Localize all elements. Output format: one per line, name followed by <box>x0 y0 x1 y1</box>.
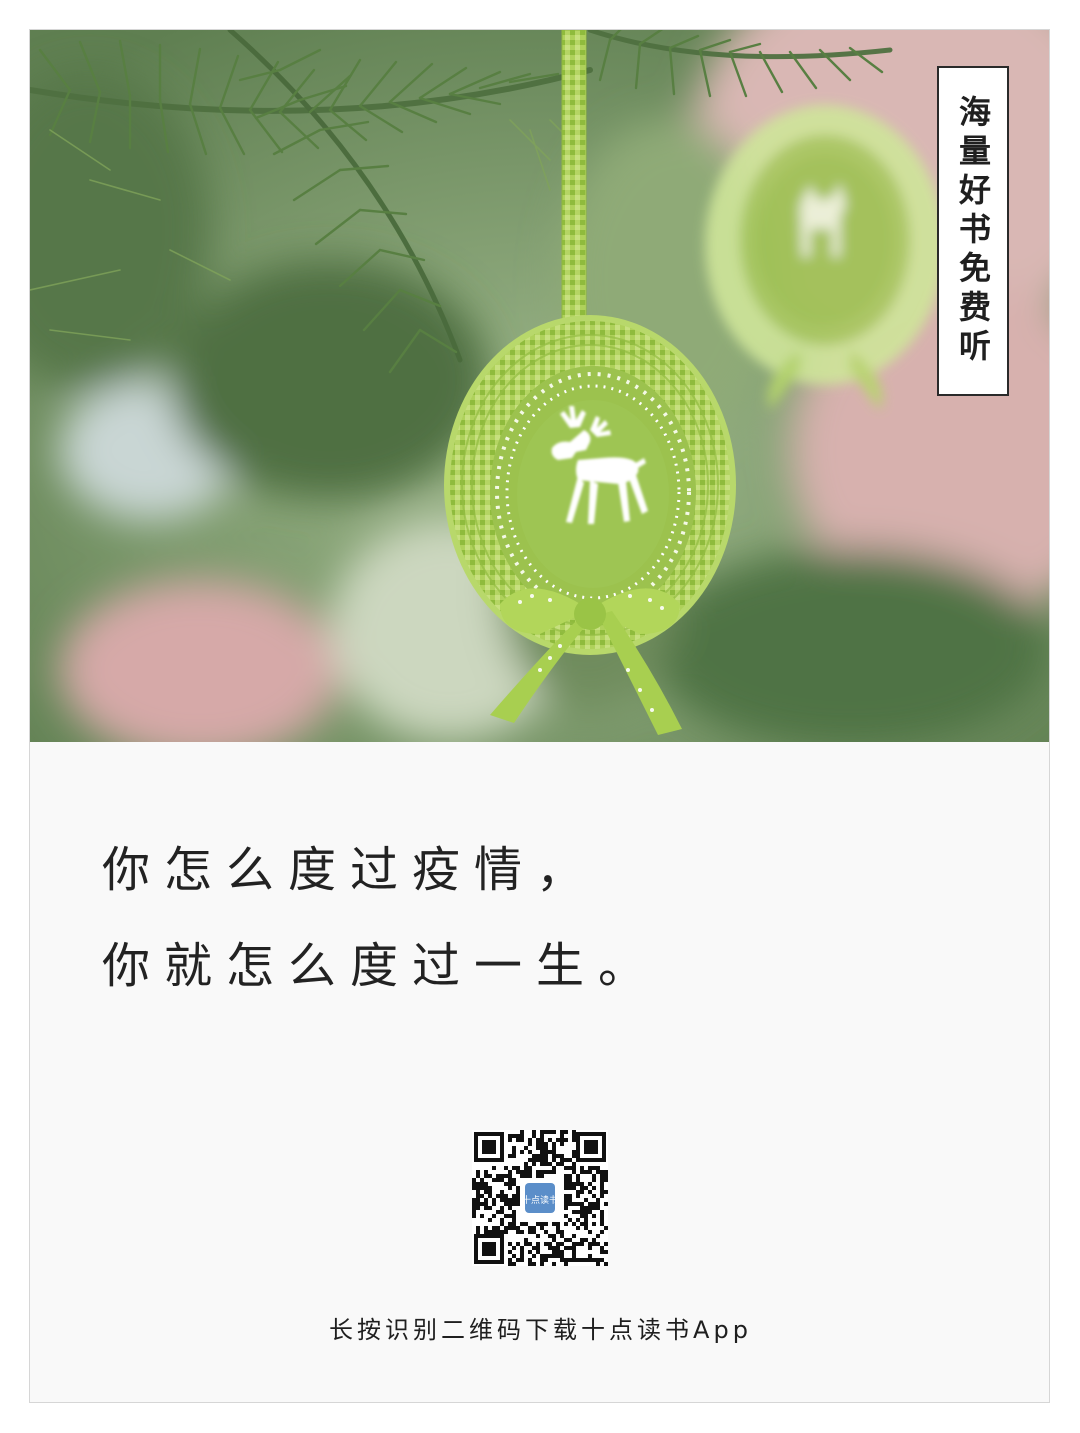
quote-line-2: 你就怎么度过一生。 <box>102 938 661 994</box>
christmas-ornament-photo: 海量好书免费听 <box>30 30 1049 742</box>
badge-text: 海量好书免费听 <box>954 94 992 368</box>
qr-caption: 长按识别二维码下载十点读书App <box>329 1316 752 1344</box>
qr-logo-text: 十点读书 <box>522 1194 558 1206</box>
download-qr-code[interactable]: 十点读书 <box>472 1130 608 1266</box>
quote: 你怎么度过疫情， 你就怎么度过一生。 <box>102 822 660 1014</box>
free-audiobooks-badge: 海量好书免费听 <box>937 66 1009 396</box>
quote-line-1: 你怎么度过疫情， <box>102 842 599 898</box>
poster: 海量好书免费听 你怎么度过疫情， 你就怎么度过一生。 十点读书 长按识别二维码下… <box>29 29 1050 1403</box>
